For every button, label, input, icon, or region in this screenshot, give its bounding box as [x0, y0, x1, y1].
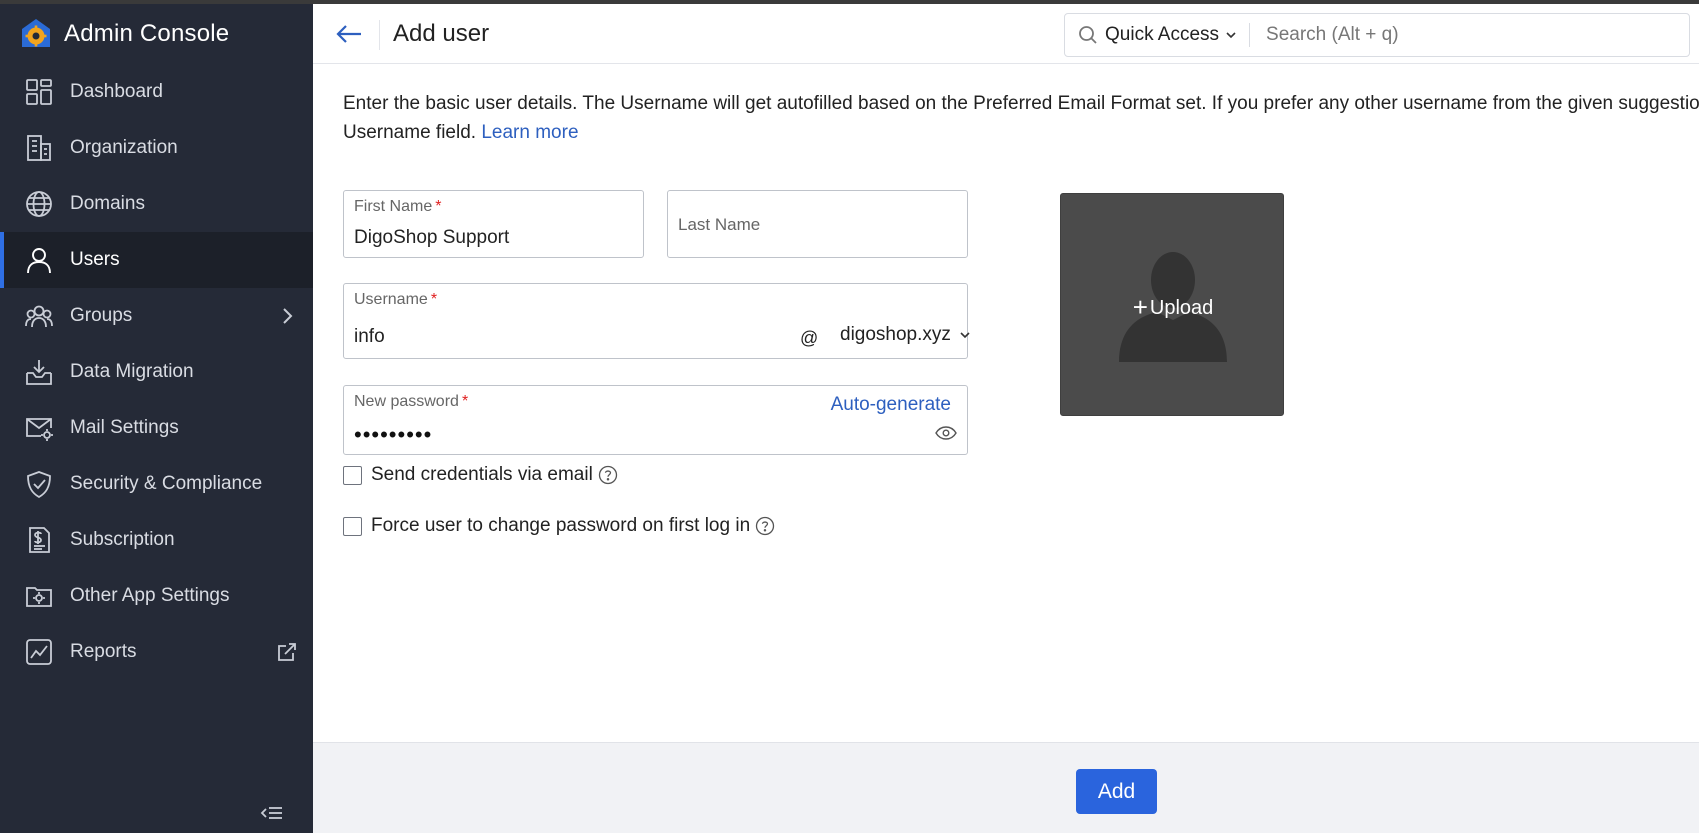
admin-console-logo-icon [22, 19, 50, 47]
group-icon [24, 301, 54, 331]
sidebar-item-security-compliance[interactable]: Security & Compliance [0, 456, 313, 512]
sidebar-item-domains[interactable]: Domains [0, 176, 313, 232]
last-name-field[interactable]: Last Name [667, 190, 968, 258]
sidebar-item-label: Dashboard [70, 81, 163, 102]
send-credentials-row: Send credentials via email [343, 464, 618, 486]
first-name-field[interactable]: First Name * [343, 190, 644, 258]
download-tray-icon [24, 357, 54, 387]
search-bar: Quick Access [1064, 13, 1690, 57]
new-password-field[interactable]: New password * Auto-generate ••••••••• [343, 385, 968, 455]
invoice-dollar-icon [24, 525, 54, 555]
back-arrow-icon[interactable] [333, 18, 365, 50]
plus-icon: + [1132, 292, 1148, 322]
page-header: Add user Quick Access [313, 4, 1699, 64]
app-title: Admin Console [64, 20, 230, 47]
collapse-sidebar-icon[interactable] [258, 801, 286, 825]
sidebar-item-label: Other App Settings [70, 585, 230, 606]
at-sign: @ [800, 328, 819, 348]
chevron-right-icon [283, 308, 293, 324]
sidebar-item-label: Subscription [70, 529, 175, 550]
sidebar-item-label: Organization [70, 137, 178, 158]
send-credentials-label: Send credentials via email [371, 464, 593, 485]
sidebar-item-mail-settings[interactable]: Mail Settings [0, 400, 313, 456]
sidebar-item-label: Data Migration [70, 361, 194, 382]
mail-gear-icon [24, 413, 54, 443]
upload-label: + Upload [1061, 292, 1283, 323]
dashboard-icon [24, 77, 54, 107]
sidebar-item-other-app-settings[interactable]: Other App Settings [0, 568, 313, 624]
help-icon[interactable] [755, 516, 775, 536]
force-password-change-label: Force user to change password on first l… [371, 515, 751, 536]
help-icon[interactable] [598, 465, 618, 485]
username-label: Username * [354, 291, 437, 309]
first-name-input[interactable] [354, 227, 634, 249]
sidebar-item-label: Domains [70, 193, 145, 214]
search-icon [1079, 26, 1097, 44]
search-separator [1249, 23, 1251, 47]
building-icon [24, 133, 54, 163]
brand[interactable]: Admin Console [0, 4, 313, 64]
external-link-icon[interactable] [275, 640, 299, 664]
sidebar-item-reports[interactable]: Reports [0, 624, 313, 680]
shield-check-icon [24, 469, 54, 499]
sidebar-item-users[interactable]: Users [0, 232, 313, 288]
required-marker: * [461, 393, 469, 410]
new-password-label: New password * [354, 393, 468, 411]
page-title: Add user [393, 20, 490, 47]
user-icon [24, 245, 54, 275]
sidebar-nav: Dashboard Organization Domains Users Gro… [0, 64, 313, 680]
send-credentials-checkbox[interactable] [343, 465, 362, 485]
sidebar: Admin Console Dashboard Organization Dom… [0, 4, 313, 833]
first-name-label-text: First Name [354, 198, 433, 215]
chevron-down-icon [960, 332, 970, 339]
sidebar-item-organization[interactable]: Organization [0, 120, 313, 176]
sidebar-item-label: Security & Compliance [70, 473, 263, 494]
domain-select[interactable]: digoshop.xyz [840, 324, 971, 346]
intro-line-2-text: Username field. [343, 122, 477, 143]
eye-icon[interactable] [935, 426, 957, 440]
sidebar-item-subscription[interactable]: Subscription [0, 512, 313, 568]
first-name-label: First Name * [354, 198, 441, 216]
quick-access-dropdown[interactable]: Quick Access [1105, 24, 1249, 46]
required-marker: * [435, 198, 442, 215]
sidebar-item-label: Mail Settings [70, 417, 179, 438]
username-input[interactable] [354, 326, 734, 348]
globe-icon [24, 189, 54, 219]
intro-text: Enter the basic user details. The Userna… [343, 89, 1699, 147]
domain-value: digoshop.xyz [840, 324, 951, 345]
force-password-change-checkbox[interactable] [343, 516, 362, 536]
required-marker: * [430, 291, 438, 308]
username-label-text: Username [354, 291, 428, 308]
learn-more-link[interactable]: Learn more [481, 122, 578, 143]
password-input[interactable]: ••••••••• [354, 422, 432, 448]
profile-photo-upload[interactable]: + Upload [1060, 193, 1284, 416]
auto-generate-link[interactable]: Auto-generate [831, 394, 951, 416]
sidebar-item-label: Reports [70, 641, 137, 662]
intro-line-1: Enter the basic user details. The Userna… [343, 93, 1699, 114]
upload-text: Upload [1149, 297, 1214, 319]
add-button[interactable]: Add [1076, 769, 1157, 814]
sidebar-item-label: Users [70, 249, 120, 270]
sidebar-item-dashboard[interactable]: Dashboard [0, 64, 313, 120]
sidebar-item-groups[interactable]: Groups [0, 288, 313, 344]
intro-line-2: Username field. Learn more [343, 118, 1699, 147]
form-footer: Add [313, 742, 1699, 833]
new-password-label-text: New password [354, 393, 459, 410]
sidebar-item-label: Groups [70, 305, 133, 326]
add-user-form: Enter the basic user details. The Userna… [313, 64, 1699, 742]
chevron-down-icon [1226, 32, 1236, 39]
chart-line-icon [24, 637, 54, 667]
username-field[interactable]: Username* @ digoshop.xyz [343, 283, 971, 359]
quick-access-label: Quick Access [1105, 24, 1220, 45]
search-input[interactable] [1266, 24, 1667, 46]
header-divider [379, 20, 380, 50]
last-name-input[interactable] [678, 227, 958, 249]
force-password-change-row: Force user to change password on first l… [343, 515, 775, 537]
folder-gear-icon [24, 581, 54, 611]
sidebar-item-data-migration[interactable]: Data Migration [0, 344, 313, 400]
